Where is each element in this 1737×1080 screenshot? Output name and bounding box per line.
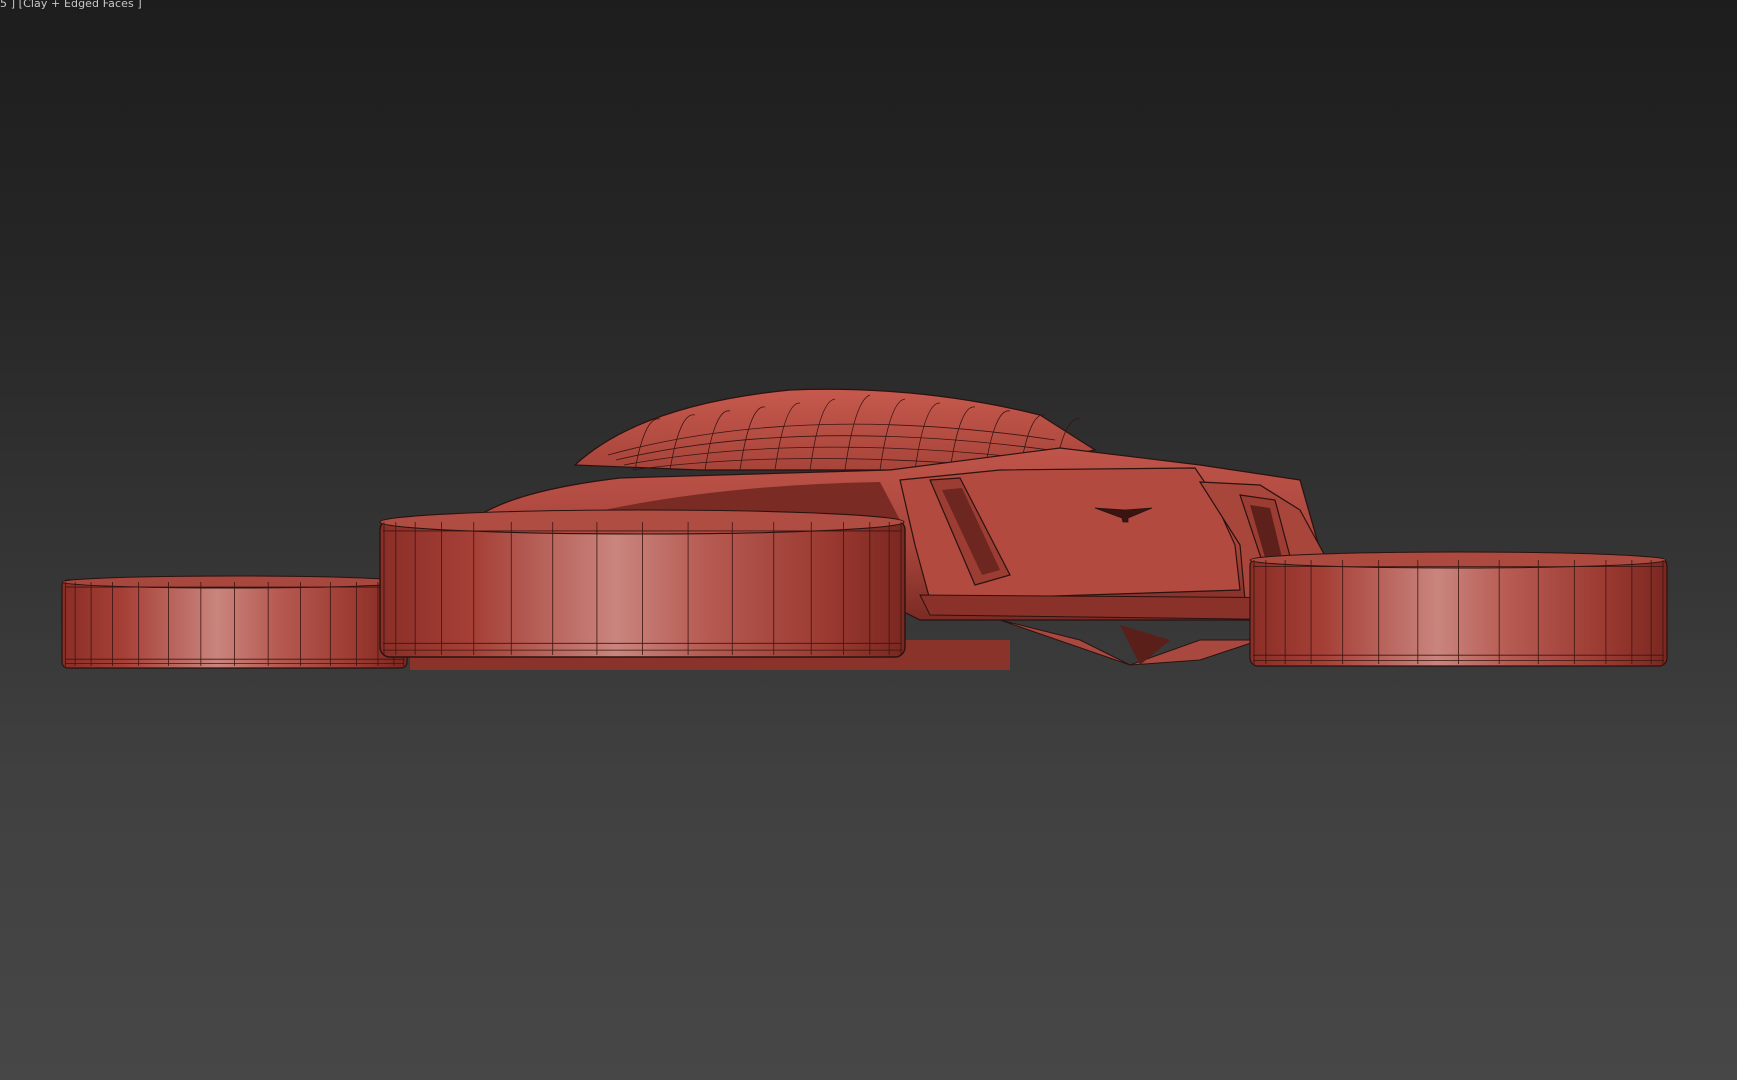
front-fan-left-outer [61,575,408,669]
front-fan-right [1249,551,1668,667]
viewport-3d[interactable]: 5 ] [Clay + Edged Faces ] [0,0,1737,1080]
front-fan-left-inner [379,509,906,658]
clay-render-scene [61,388,1668,670]
